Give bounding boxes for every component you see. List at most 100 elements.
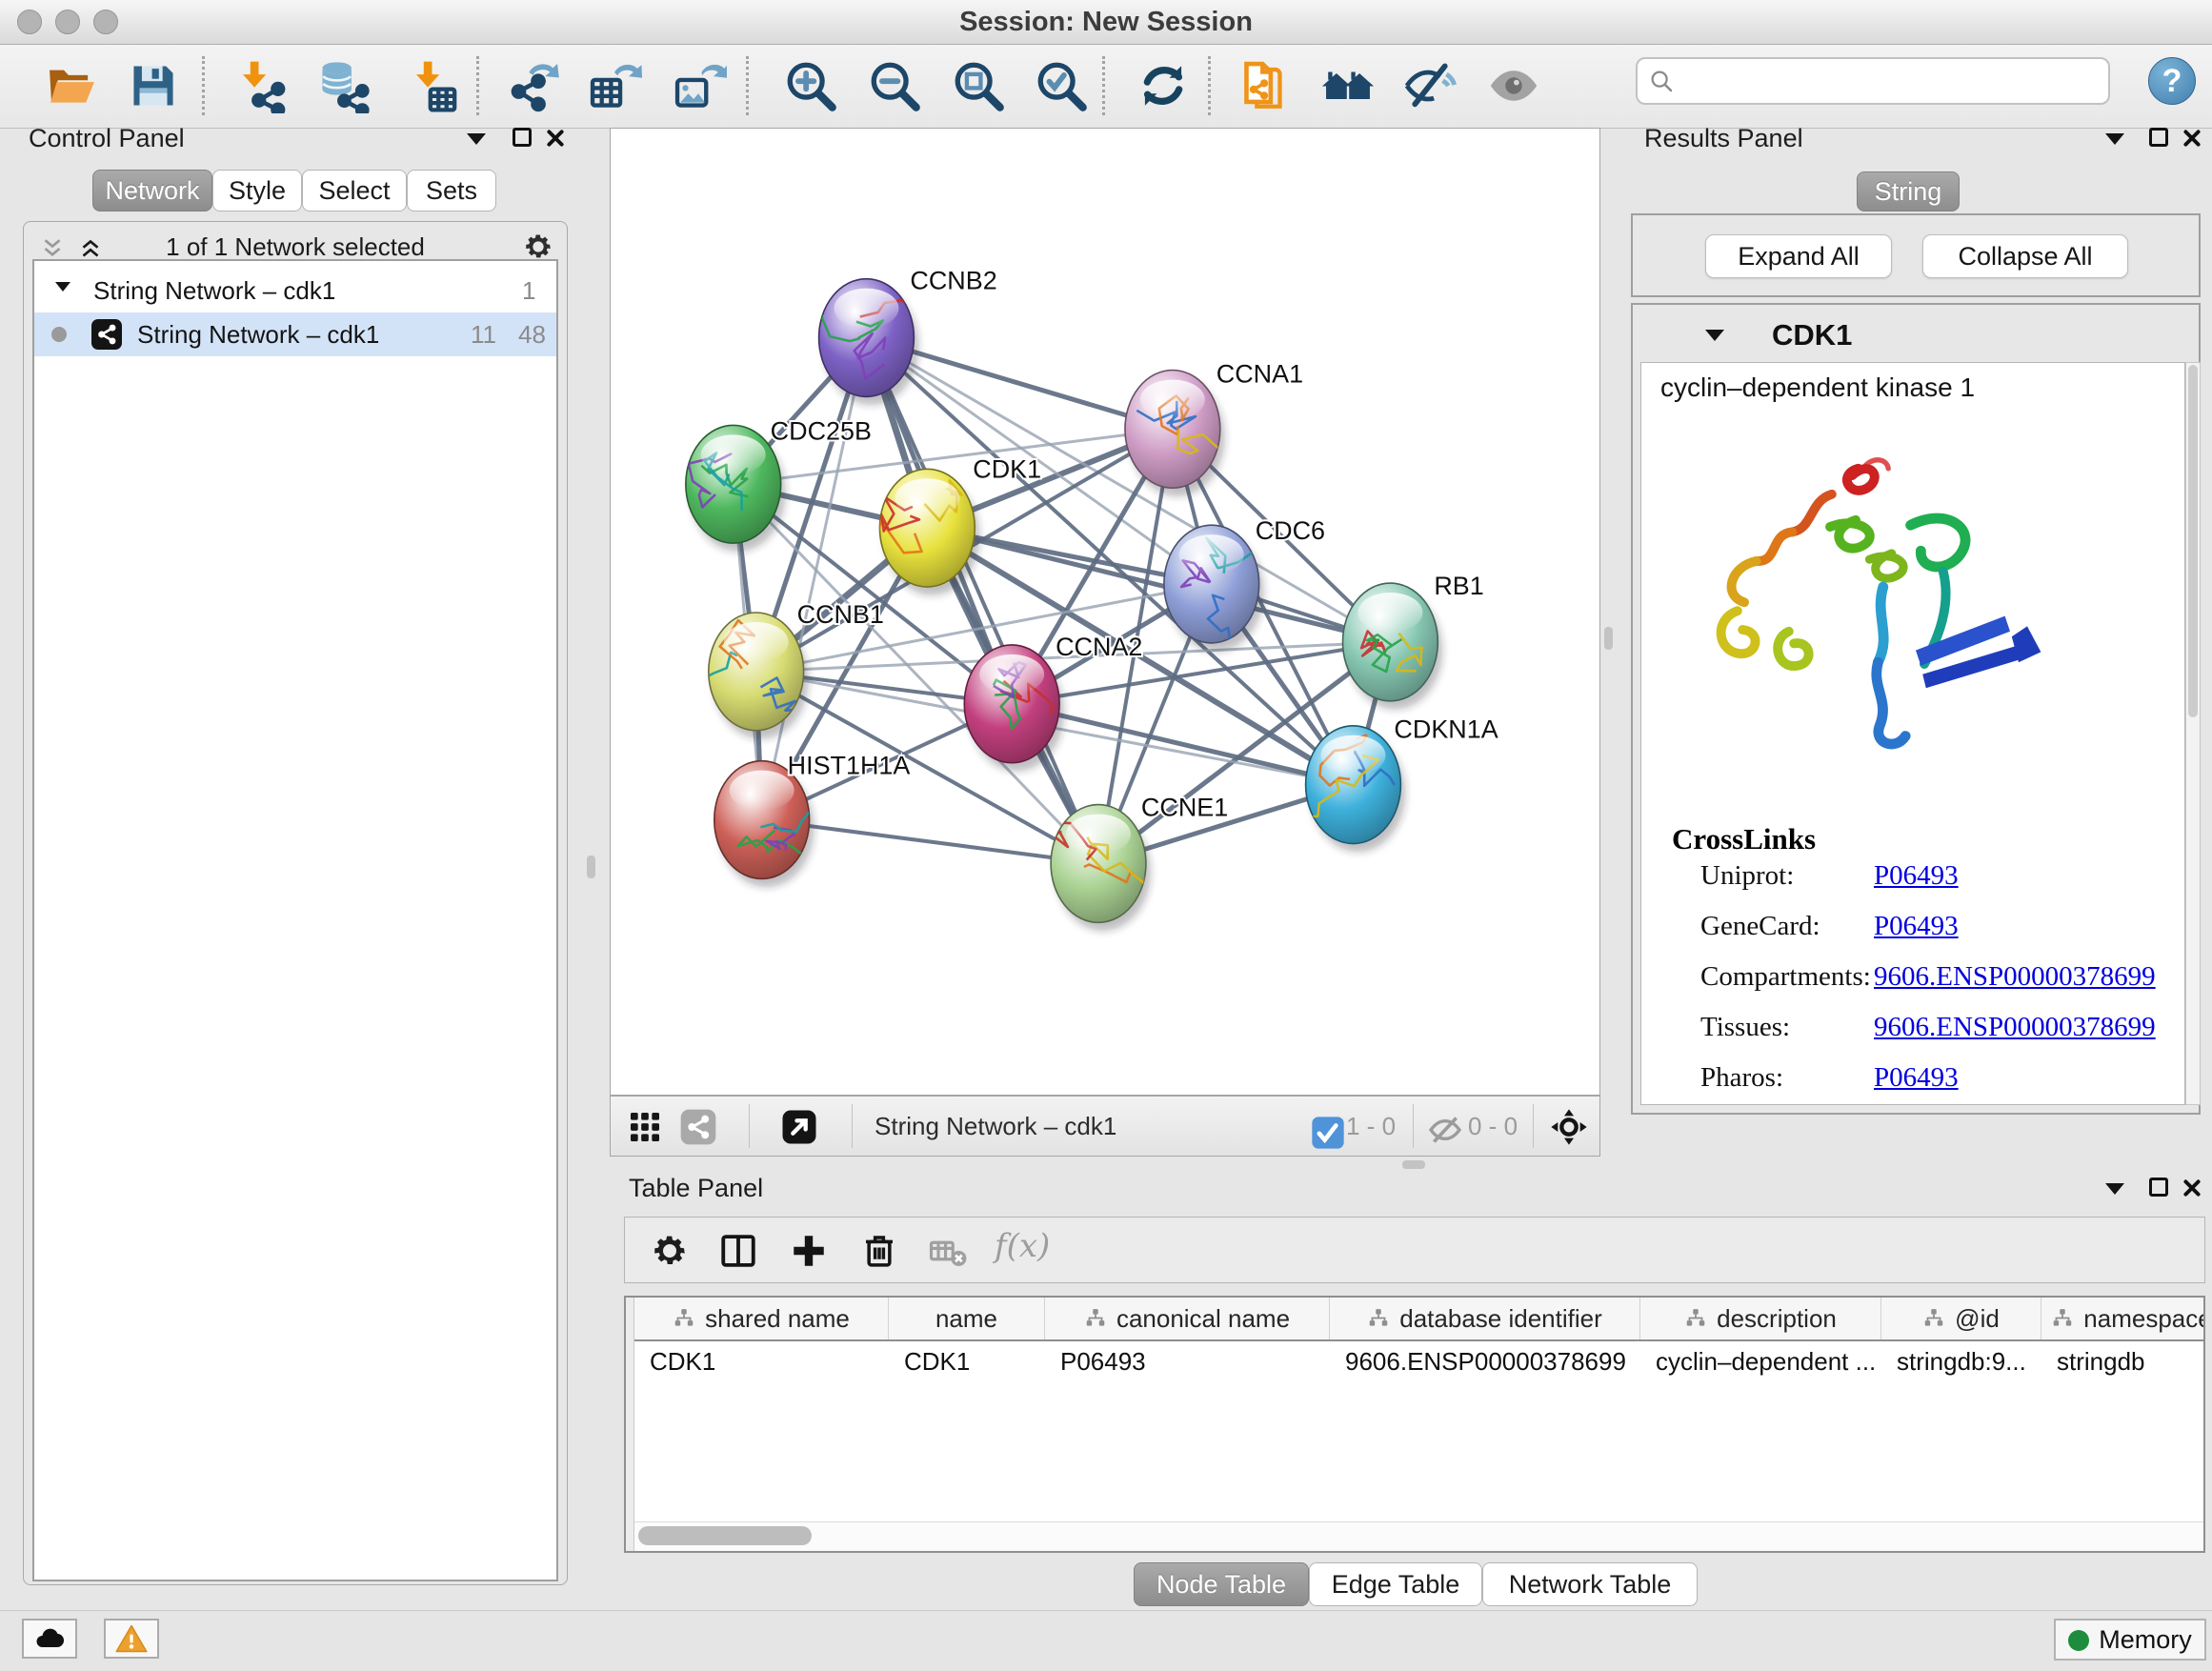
import-network-from-file-button[interactable] [231,58,286,113]
table-cell[interactable]: CDK1 [889,1341,1045,1383]
node-label-hist1h1a: HIST1H1A [788,752,911,780]
delete-column-trash-icon[interactable] [859,1231,899,1271]
tab-network[interactable]: Network [92,170,212,211]
select-columns-icon[interactable] [718,1231,758,1271]
control-panel-menu-icon[interactable] [467,133,486,145]
tab-node-table[interactable]: Node Table [1134,1562,1309,1606]
network-canvas[interactable]: CCNB2CCNA1CDC25BCDK1CDC6RB1CCNB1CCNA2CDK… [610,128,1600,1096]
panel-divider-handle[interactable] [1604,627,1613,650]
column-header-name[interactable]: name [889,1298,1045,1339]
warnings-button[interactable] [104,1619,159,1659]
memory-button[interactable]: Memory [2054,1619,2206,1661]
open-session-button[interactable] [44,58,99,113]
results-panel-menu-icon[interactable] [2105,133,2124,145]
protein-details: cyclin–dependent kinase 1 CrossLin [1640,362,2185,1105]
table-settings-gear-icon[interactable] [650,1231,690,1271]
protein-name: CDK1 [1772,318,1852,352]
zoom-in-button[interactable] [783,58,838,113]
collapse-all-button[interactable]: Collapse All [1922,234,2128,278]
network-node-rb1[interactable] [1343,583,1443,710]
zoom-out-button[interactable] [867,58,922,113]
crosslink-link[interactable]: P06493 [1874,860,1959,892]
control-panel-close-icon[interactable] [545,128,566,149]
network-node-cdk1[interactable] [860,469,979,595]
table-cell[interactable]: P06493 [1045,1341,1330,1383]
double-home-icon [1320,58,1376,113]
table-cell[interactable]: cyclin–dependent ... [1640,1341,1881,1383]
search-input[interactable] [1683,63,2097,99]
column-header--id[interactable]: @id [1881,1298,2041,1339]
column-header-database-identifier[interactable]: database identifier [1330,1298,1640,1339]
tab-sets[interactable]: Sets [407,170,496,211]
search-box[interactable] [1636,57,2110,105]
crosslink-link[interactable]: P06493 [1874,1062,1959,1094]
refresh-view-button[interactable] [1136,58,1191,113]
cloud-status-button[interactable] [22,1619,77,1659]
tab-style[interactable]: Style [212,170,302,211]
table-cell[interactable]: 9606.ENSP00000378699 [1330,1341,1640,1383]
table-cell[interactable]: stringdb [2041,1341,2205,1383]
network-node-ccna2[interactable] [964,645,1064,772]
table-row[interactable]: CDK1CDK1P064939606.ENSP00000378699cyclin… [634,1341,2205,1383]
apply-preferred-layout-button[interactable] [1320,58,1376,113]
hide-selected-button[interactable] [1402,58,1458,113]
protein-section-expander-icon[interactable] [1705,330,1724,341]
network-tree-row-selected[interactable]: String Network – cdk1 11 48 [34,312,556,356]
memory-status-dot [2068,1630,2089,1651]
results-panel-float-icon[interactable] [2149,128,2168,147]
panel-divider-handle[interactable] [1402,1160,1425,1169]
crosslink-link[interactable]: P06493 [1874,911,1959,942]
grid-view-icon[interactable] [626,1108,664,1146]
new-network-from-selection-button[interactable] [1238,58,1294,113]
help-button[interactable]: ? [2148,57,2196,105]
results-panel-close-icon[interactable] [2182,128,2202,149]
open-in-window-icon[interactable] [780,1108,818,1146]
table-horizontal-scrollbar[interactable] [634,1521,2205,1551]
crosslink-link[interactable]: 9606.ENSP00000378699 [1874,1012,2156,1043]
network-view-title: String Network – cdk1 [875,1112,1116,1141]
column-header-canonical-name[interactable]: canonical name [1045,1298,1330,1339]
import-network-from-database-button[interactable] [314,58,370,113]
network-node-ccnb1[interactable] [664,613,809,739]
add-column-icon[interactable] [789,1231,829,1271]
hidden-eye-icon[interactable] [1426,1111,1458,1143]
network-graph[interactable]: CCNB2CCNA1CDC25BCDK1CDC6RB1CCNB1CCNA2CDK… [611,129,1599,1095]
table-cell[interactable]: CDK1 [634,1341,889,1383]
export-network-button[interactable] [505,58,560,113]
export-table-button[interactable] [587,58,642,113]
import-table-from-file-button[interactable] [404,58,459,113]
panel-divider-handle[interactable] [587,856,595,878]
zoom-fit-button[interactable] [951,58,1006,113]
tab-edge-table[interactable]: Edge Table [1309,1562,1482,1606]
table-panel-menu-icon[interactable] [2105,1183,2124,1195]
cloud-icon [32,1621,67,1656]
function-builder-icon[interactable]: f(x) [995,1227,1050,1265]
column-header-namespace[interactable]: namespace [2041,1298,2205,1339]
network-label: String Network – cdk1 [137,320,379,350]
delete-table-icon[interactable] [928,1231,968,1271]
crosslink-link[interactable]: 9606.ENSP00000378699 [1874,961,2156,993]
birdseye-navigator-icon[interactable] [1550,1108,1588,1146]
table-panel-close-icon[interactable] [2182,1178,2202,1198]
network-tree-root-row[interactable]: String Network – cdk1 1 [34,269,556,312]
column-header-description[interactable]: description [1640,1298,1881,1339]
tab-network-table[interactable]: Network Table [1482,1562,1698,1606]
zoom-selected-button[interactable] [1034,58,1089,113]
network-tree: String Network – cdk1 1 String Network –… [32,259,558,1581]
column-header-shared-name[interactable]: shared name [634,1298,889,1339]
tree-expander-icon[interactable] [55,282,70,292]
network-node-cdkn1a[interactable] [1284,726,1406,853]
network-node-ccna1[interactable] [1125,370,1249,496]
results-scrollbar[interactable] [2185,362,2201,1105]
save-session-button[interactable] [126,58,181,113]
control-panel-float-icon[interactable] [513,128,532,147]
show-all-button[interactable] [1486,58,1541,113]
table-cell[interactable]: stringdb:9... [1881,1341,2041,1383]
expand-all-button[interactable]: Expand All [1705,234,1892,278]
tab-string[interactable]: String [1857,171,1960,211]
export-image-button[interactable] [672,58,727,113]
tab-select[interactable]: Select [302,170,407,211]
share-view-icon[interactable] [679,1108,717,1146]
selected-checkbox-icon[interactable] [1309,1114,1336,1140]
table-panel-float-icon[interactable] [2149,1178,2168,1197]
